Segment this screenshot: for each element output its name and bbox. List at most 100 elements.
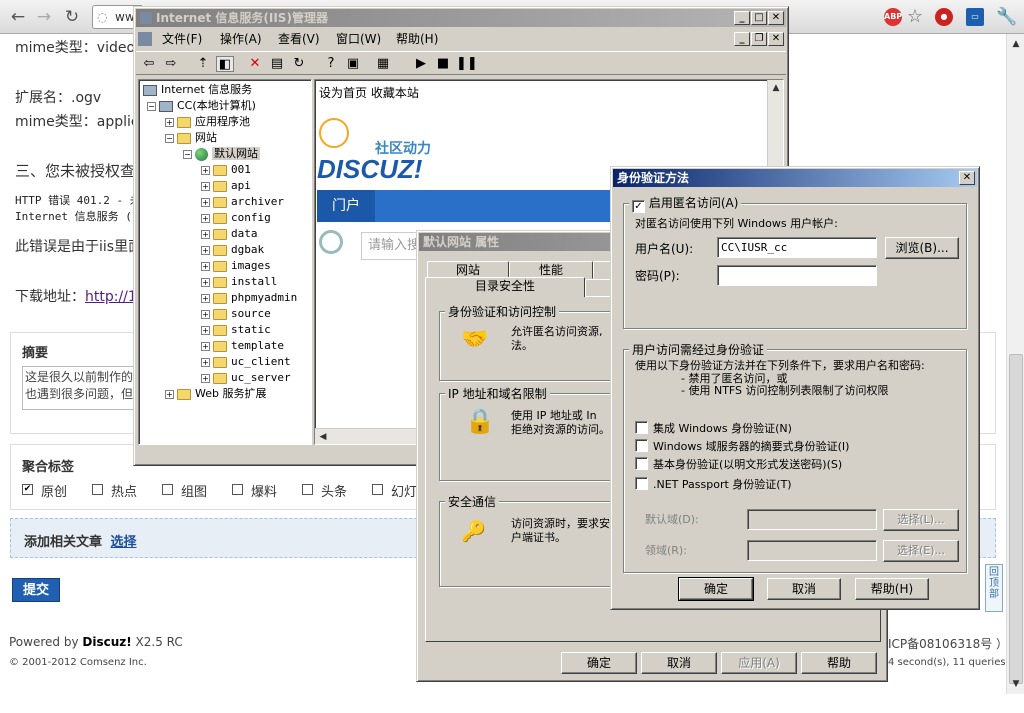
tree-folder[interactable]: + install bbox=[201, 274, 277, 290]
expand-icon[interactable]: + bbox=[201, 357, 210, 367]
play-icon[interactable]: ▶ bbox=[412, 56, 430, 72]
expand-icon[interactable]: + bbox=[165, 117, 174, 127]
page-scrollbar[interactable]: ▲ ▼ bbox=[1006, 34, 1024, 694]
tree-folder[interactable]: + dgbak bbox=[201, 242, 264, 258]
browse-button[interactable]: 浏览(B)... bbox=[885, 237, 959, 259]
menu-file[interactable]: 文件(F) bbox=[156, 29, 208, 49]
tree-folder[interactable]: + uc_server bbox=[201, 370, 291, 386]
expand-icon[interactable]: + bbox=[201, 261, 210, 271]
tree-folder[interactable]: + static bbox=[201, 322, 271, 338]
monitor-ext-icon[interactable]: ▭ bbox=[966, 8, 984, 26]
expand-icon[interactable]: + bbox=[201, 341, 210, 351]
digest-auth-checkbox[interactable] bbox=[635, 439, 648, 452]
expand-icon[interactable]: + bbox=[201, 213, 210, 223]
tree-web-ext[interactable]: + Web 服务扩展 bbox=[165, 386, 266, 402]
tree-folder[interactable]: + phpmyadmin bbox=[201, 290, 297, 306]
tree-folder[interactable]: +001 bbox=[201, 162, 251, 178]
expand-icon[interactable]: + bbox=[201, 373, 210, 383]
default-domain-field[interactable] bbox=[747, 509, 877, 530]
properties-cancel-button[interactable]: 取消 bbox=[641, 652, 717, 674]
console-icon[interactable]: ▣ bbox=[344, 56, 362, 72]
auth-ok-button[interactable]: 确定 bbox=[678, 577, 754, 601]
child-close-icon[interactable]: ✕ bbox=[768, 32, 784, 46]
help-icon[interactable]: ? bbox=[322, 56, 340, 72]
password-field[interactable] bbox=[717, 265, 877, 286]
collapse-icon[interactable]: − bbox=[165, 133, 174, 143]
username-field[interactable]: CC\IUSR_cc bbox=[717, 237, 877, 258]
tree-folder[interactable]: + data bbox=[201, 226, 258, 242]
back-to-top-button[interactable]: 回顶部 bbox=[985, 564, 1003, 612]
expand-icon[interactable]: + bbox=[201, 245, 210, 255]
integrated-windows-checkbox[interactable] bbox=[635, 421, 648, 434]
child-minimize-icon[interactable]: _ bbox=[734, 32, 750, 46]
child-restore-icon[interactable]: ❐ bbox=[751, 32, 767, 46]
anon-checkbox[interactable]: ✓ bbox=[632, 200, 645, 213]
tag-checkbox-headline[interactable] bbox=[302, 484, 313, 495]
basic-auth-checkbox[interactable] bbox=[635, 457, 648, 470]
related-select-link[interactable]: 选择 bbox=[111, 535, 137, 550]
forward-arrow-icon[interactable]: ⇨ bbox=[162, 56, 180, 72]
properties-apply-button[interactable]: 应用(A) bbox=[721, 652, 797, 674]
tree-folder[interactable]: + images bbox=[201, 258, 271, 274]
tag-checkbox-scoop[interactable] bbox=[232, 484, 243, 495]
auth-cancel-button[interactable]: 取消 bbox=[767, 578, 841, 600]
collapse-icon[interactable]: − bbox=[147, 101, 156, 111]
scroll-left-icon[interactable]: ◀ bbox=[315, 429, 331, 444]
up-folder-icon[interactable]: ⇡ bbox=[194, 56, 212, 72]
adblock-icon[interactable]: ABP bbox=[884, 8, 902, 26]
scroll-up-icon[interactable]: ▲ bbox=[1008, 36, 1024, 52]
expand-icon[interactable]: + bbox=[201, 293, 210, 303]
tag-checkbox-original[interactable]: ✔ bbox=[22, 484, 33, 495]
select-domain-button[interactable]: 选择(L)... bbox=[883, 509, 959, 531]
expand-icon[interactable]: + bbox=[201, 165, 210, 175]
submit-button[interactable]: 提交 bbox=[12, 578, 60, 602]
back-icon[interactable]: ← bbox=[8, 7, 28, 27]
menu-help[interactable]: 帮助(H) bbox=[390, 29, 444, 49]
tree-folder[interactable]: + api bbox=[201, 178, 251, 194]
tree-root[interactable]: Internet 信息服务 bbox=[143, 82, 252, 98]
tree-computer[interactable]: − CC(本地计算机) bbox=[147, 98, 256, 114]
stop-ext-icon[interactable]: ● bbox=[935, 8, 953, 26]
tree-folder[interactable]: + template bbox=[201, 338, 284, 354]
close-icon[interactable]: ✕ bbox=[959, 171, 975, 185]
wrench-icon[interactable]: 🔧 bbox=[996, 7, 1017, 27]
expand-icon[interactable]: + bbox=[201, 325, 210, 335]
tree-folder[interactable]: + archiver bbox=[201, 194, 284, 210]
tag-checkbox-hot[interactable] bbox=[92, 484, 103, 495]
auth-help-button[interactable]: 帮助(H) bbox=[855, 578, 929, 600]
back-arrow-icon[interactable]: ⇦ bbox=[140, 56, 158, 72]
properties-ok-button[interactable]: 确定 bbox=[561, 652, 637, 674]
anon-checkbox-row[interactable]: ✓ 启用匿名访问(A) bbox=[629, 194, 742, 213]
computer-icon[interactable]: ▦ bbox=[374, 56, 392, 72]
passport-auth-checkbox[interactable] bbox=[635, 477, 648, 490]
minimize-icon[interactable]: _ bbox=[734, 11, 750, 25]
menu-view[interactable]: 查看(V) bbox=[272, 29, 326, 49]
scroll-thumb[interactable] bbox=[1009, 354, 1023, 684]
refresh-icon[interactable]: ↻ bbox=[290, 56, 308, 72]
star-icon[interactable]: ☆ bbox=[905, 7, 925, 27]
show-tree-icon[interactable]: ◧ bbox=[216, 56, 234, 72]
expand-icon[interactable]: + bbox=[201, 309, 210, 319]
expand-icon[interactable]: + bbox=[201, 277, 210, 287]
menu-action[interactable]: 操作(A) bbox=[214, 29, 268, 49]
summary-textarea[interactable]: 这是很久以前制作的 也遇到很多问题，但 bbox=[22, 366, 142, 410]
scroll-down-icon[interactable]: ▼ bbox=[1008, 676, 1024, 692]
forward-icon[interactable]: → bbox=[34, 7, 54, 27]
delete-icon[interactable]: ✕ bbox=[246, 56, 264, 72]
expand-icon[interactable]: + bbox=[201, 181, 210, 191]
preview-top-links[interactable]: 设为首页 收藏本站 bbox=[319, 84, 419, 101]
pause-icon[interactable]: ❚❚ bbox=[456, 56, 478, 72]
tree-websites[interactable]: − 网站 bbox=[165, 130, 217, 146]
tree-folder[interactable]: + config bbox=[201, 210, 271, 226]
select-realm-button[interactable]: 选择(E)... bbox=[883, 540, 959, 562]
tag-checkbox-slide[interactable] bbox=[372, 484, 383, 495]
tree-folder[interactable]: + uc_client bbox=[201, 354, 291, 370]
reload-icon[interactable]: ↻ bbox=[62, 7, 82, 27]
maximize-icon[interactable]: □ bbox=[751, 11, 767, 25]
stop-icon[interactable]: ■ bbox=[434, 56, 452, 72]
tree-app-pools[interactable]: + 应用程序池 bbox=[165, 114, 250, 130]
close-icon[interactable]: ✕ bbox=[768, 11, 784, 25]
expand-icon[interactable]: + bbox=[201, 197, 210, 207]
tree-default-site[interactable]: − 默认网站 bbox=[183, 146, 260, 162]
tree-folder[interactable]: + source bbox=[201, 306, 271, 322]
